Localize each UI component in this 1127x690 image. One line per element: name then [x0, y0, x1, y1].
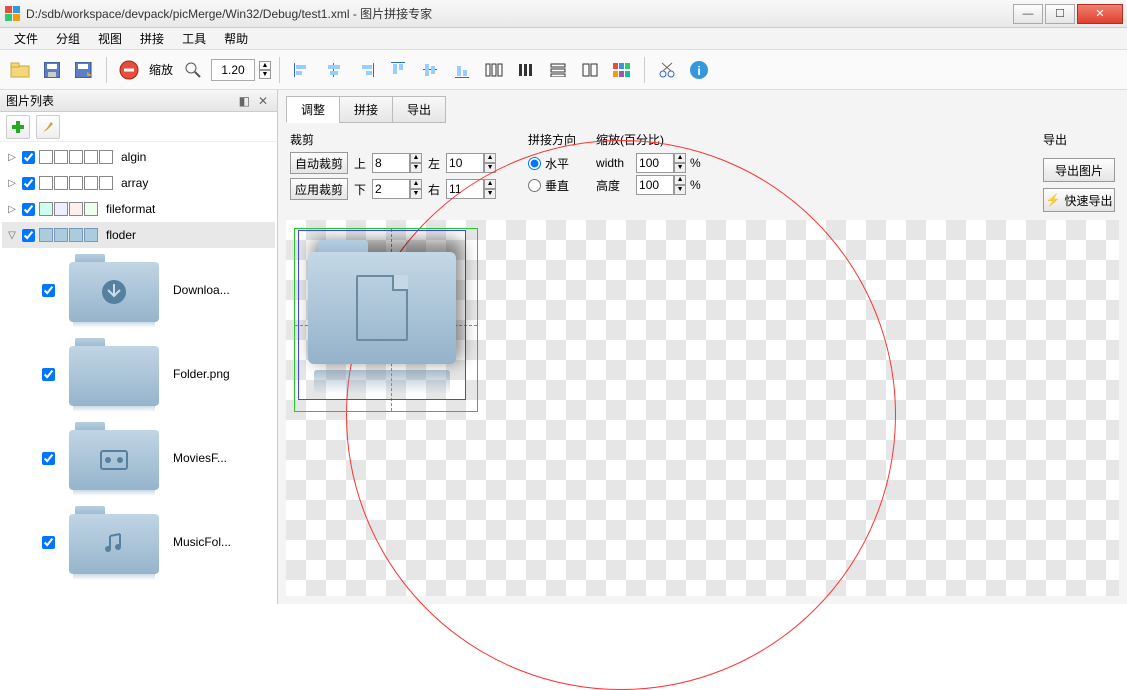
expander-icon[interactable]: ▷ [6, 204, 18, 215]
thumb-checkbox[interactable] [42, 452, 55, 465]
crop-left-input[interactable] [446, 153, 484, 173]
menu-help[interactable]: 帮助 [216, 28, 256, 49]
apply-crop-button[interactable]: 应用裁剪 [290, 178, 348, 200]
zoom-label: 缩放 [149, 61, 173, 78]
direction-group: 拼接方向 水平 垂直 [528, 131, 576, 196]
tab-adjust[interactable]: 调整 [286, 96, 340, 123]
thumb-item[interactable]: Folder.png [2, 332, 275, 416]
crop-group: 裁剪 自动裁剪 应用裁剪 上 ▲▼ 左 ▲▼ 下 ▲▼ 右 [290, 131, 508, 200]
brush-button[interactable] [36, 115, 60, 139]
align-hcenter-icon[interactable] [320, 56, 348, 84]
crop-right-input[interactable] [446, 179, 484, 199]
save-icon[interactable] [38, 56, 66, 84]
align-left-icon[interactable] [288, 56, 316, 84]
expander-icon[interactable]: ▷ [6, 178, 18, 189]
tab-export[interactable]: 导出 [392, 96, 446, 123]
window-title: D:/sdb/workspace/devpack/picMerge/Win32/… [26, 5, 1013, 22]
app-icon [4, 6, 20, 22]
thumb-item[interactable]: MoviesF... [2, 416, 275, 500]
close-button[interactable]: ✕ [1077, 4, 1123, 24]
scissors-icon[interactable] [653, 56, 681, 84]
folder-icon [69, 506, 159, 578]
folder-icon [69, 422, 159, 494]
group-checkbox[interactable] [22, 151, 35, 164]
minimize-button[interactable]: — [1013, 4, 1043, 24]
crop-bottom-input[interactable] [372, 179, 410, 199]
scale-width-input[interactable] [636, 153, 674, 173]
tree-group-floder[interactable]: ▽ floder [2, 222, 275, 248]
thumb-item[interactable]: MusicFol... [2, 500, 275, 584]
content-area: 调整 拼接 导出 裁剪 自动裁剪 应用裁剪 上 ▲▼ 左 ▲▼ [278, 90, 1127, 604]
folder-icon [69, 254, 159, 326]
menu-group[interactable]: 分组 [48, 28, 88, 49]
add-button[interactable] [6, 115, 30, 139]
layout-h-icon[interactable] [480, 56, 508, 84]
expander-icon[interactable]: ▷ [6, 152, 18, 163]
align-vcenter-icon[interactable] [416, 56, 444, 84]
panel-title: 图片列表 [6, 92, 236, 109]
scale-group: 缩放(百分比) width▲▼% 高度▲▼% [596, 131, 701, 196]
preview-image [304, 234, 462, 394]
open-icon[interactable] [6, 56, 34, 84]
tab-merge[interactable]: 拼接 [339, 96, 393, 123]
group-checkbox[interactable] [22, 203, 35, 216]
panel-float-icon[interactable]: ◧ [236, 94, 253, 108]
image-list-panel: 图片列表 ◧ ✕ ▷ algin ▷ array [0, 90, 278, 604]
align-right-icon[interactable] [352, 56, 380, 84]
group-checkbox[interactable] [22, 177, 35, 190]
menu-view[interactable]: 视图 [90, 28, 130, 49]
export-image-button[interactable]: 导出图片 [1043, 158, 1115, 182]
preview-canvas[interactable] [286, 220, 1119, 596]
auto-crop-button[interactable]: 自动裁剪 [290, 152, 348, 174]
save-as-icon[interactable] [70, 56, 98, 84]
zoom-up[interactable]: ▲ [259, 61, 271, 70]
layout-bars-icon[interactable] [512, 56, 540, 84]
maximize-button[interactable]: ☐ [1045, 4, 1075, 24]
export-group: 导出 导出图片 ⚡快速导出 [1043, 131, 1115, 212]
layout-rows-icon[interactable] [544, 56, 572, 84]
bolt-icon: ⚡ [1046, 193, 1061, 207]
thumb-checkbox[interactable] [42, 284, 55, 297]
palette-icon[interactable] [608, 56, 636, 84]
menubar: 文件 分组 视图 拼接 工具 帮助 [0, 28, 1127, 50]
menu-file[interactable]: 文件 [6, 28, 46, 49]
align-bottom-icon[interactable] [448, 56, 476, 84]
thumb-checkbox[interactable] [42, 368, 55, 381]
zoom-icon[interactable] [179, 56, 207, 84]
horizontal-radio[interactable] [528, 157, 541, 170]
folder-icon [69, 338, 159, 410]
delete-icon[interactable] [115, 56, 143, 84]
tree-group-algin[interactable]: ▷ algin [2, 144, 275, 170]
info-icon[interactable]: i [685, 56, 713, 84]
zoom-input[interactable] [211, 59, 255, 81]
menu-tools[interactable]: 工具 [174, 28, 214, 49]
group-checkbox[interactable] [22, 229, 35, 242]
layout-grid-icon[interactable] [576, 56, 604, 84]
expander-icon[interactable]: ▽ [6, 230, 18, 241]
tree-group-fileformat[interactable]: ▷ fileformat [2, 196, 275, 222]
titlebar: D:/sdb/workspace/devpack/picMerge/Win32/… [0, 0, 1127, 28]
crop-top-input[interactable] [372, 153, 410, 173]
menu-merge[interactable]: 拼接 [132, 28, 172, 49]
svg-text:i: i [697, 64, 700, 78]
tree-group-array[interactable]: ▷ array [2, 170, 275, 196]
image-tree[interactable]: ▷ algin ▷ array ▷ fileformat ▽ [0, 142, 277, 604]
vertical-radio[interactable] [528, 179, 541, 192]
content-tabs: 调整 拼接 导出 [278, 90, 1127, 123]
zoom-down[interactable]: ▼ [259, 70, 271, 79]
thumb-item[interactable]: Downloa... [2, 248, 275, 332]
annotation-circle [346, 140, 896, 690]
thumb-checkbox[interactable] [42, 536, 55, 549]
quick-export-button[interactable]: ⚡快速导出 [1043, 188, 1115, 212]
scale-height-input[interactable] [636, 175, 674, 195]
panel-close-icon[interactable]: ✕ [255, 94, 271, 108]
align-top-icon[interactable] [384, 56, 412, 84]
main-toolbar: 缩放 ▲▼ i [0, 50, 1127, 90]
